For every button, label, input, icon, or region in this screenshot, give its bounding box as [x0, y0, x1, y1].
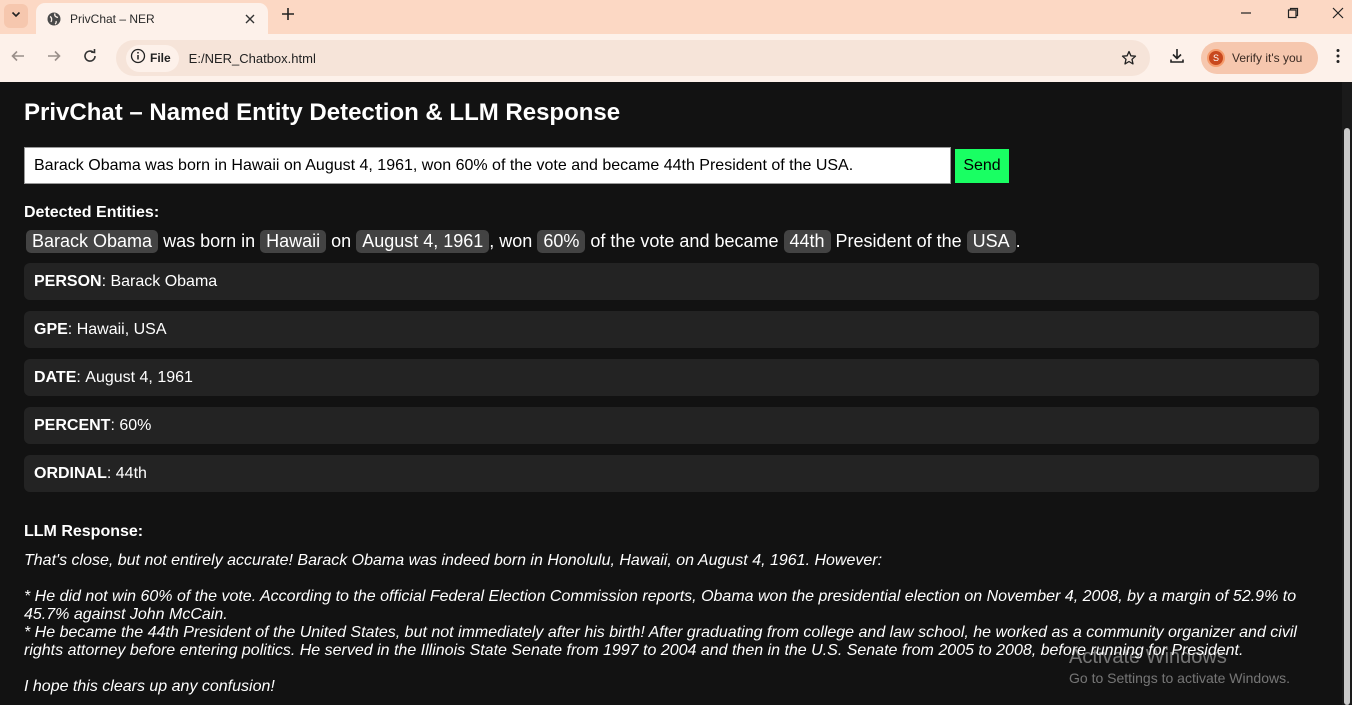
entity-separator: : [106, 464, 116, 482]
entity-values: Barack Obama [110, 272, 218, 290]
minimize-icon [1240, 6, 1252, 24]
minimize-button[interactable] [1223, 0, 1269, 30]
tab-strip: PrivChat – NER [0, 0, 1352, 34]
entity-highlight: 44th [783, 230, 831, 253]
arrow-right-icon [46, 48, 62, 69]
bookmark-star-icon[interactable] [1118, 47, 1140, 69]
entity-separator: : [76, 368, 86, 386]
entity-type-label: ORDINAL [34, 464, 107, 482]
sentence-text: was born in [158, 231, 261, 251]
sentence-text: , won [489, 231, 538, 251]
restore-icon [1287, 6, 1299, 24]
close-window-button[interactable] [1315, 0, 1352, 30]
browser-toolbar: File E:/NER_Chatbox.html S Verify it's y… [0, 34, 1352, 82]
entity-type-label: PERSON [34, 272, 102, 290]
entity-card: GPE: Hawaii, USA [24, 311, 1319, 348]
restore-button[interactable] [1270, 0, 1316, 30]
avatar: S [1207, 49, 1225, 67]
arrow-left-icon [10, 48, 26, 69]
activate-windows-watermark: Activate Windows Go to Settings to activ… [1069, 645, 1290, 687]
browser-tab[interactable]: PrivChat – NER [36, 3, 268, 34]
annotated-sentence: Barack Obama was born in Hawaii on Augus… [26, 230, 1021, 253]
kebab-menu-icon [1336, 48, 1340, 69]
chevron-down-icon [10, 7, 22, 25]
close-icon [1332, 6, 1344, 24]
downloads-button[interactable] [1165, 46, 1189, 70]
site-info-label: File [150, 51, 171, 65]
entity-separator: : [67, 320, 77, 338]
entity-list: PERSON: Barack Obama GPE: Hawaii, USA DATE… [24, 263, 1319, 503]
reload-button[interactable] [78, 46, 102, 70]
globe-icon [46, 11, 62, 27]
close-tab-icon[interactable] [242, 11, 258, 27]
llm-response-label: LLM Response: [24, 523, 144, 540]
entity-separator: : [101, 272, 111, 290]
entity-type-label: DATE [34, 368, 77, 386]
entity-highlight: USA [966, 230, 1016, 253]
reload-icon [82, 48, 98, 69]
entity-values: 44th [115, 464, 147, 482]
entity-card: ORDINAL: 44th [24, 455, 1319, 492]
entity-values: 60% [119, 416, 152, 434]
sentence-text: on [326, 231, 357, 251]
detected-entities-label: Detected Entities: [24, 204, 160, 221]
entity-highlight: Barack Obama [26, 230, 159, 253]
watermark-subtitle: Go to Settings to activate Windows. [1069, 670, 1290, 686]
scrollbar-thumb[interactable] [1344, 128, 1350, 705]
entity-separator: : [110, 416, 120, 434]
sentence-text: . [1015, 231, 1021, 251]
tab-search-button[interactable] [4, 4, 28, 28]
entity-highlight: Hawaii [260, 230, 327, 253]
new-tab-button[interactable] [278, 6, 298, 26]
download-icon [1168, 47, 1186, 70]
page-content: PrivChat – Named Entity Detection & LLM … [0, 82, 1342, 705]
entity-type-label: PERCENT [34, 416, 111, 434]
send-button[interactable]: Send [955, 148, 1009, 183]
url-text[interactable]: E:/NER_Chatbox.html [189, 51, 1118, 66]
entity-card: PERSON: Barack Obama [24, 263, 1319, 300]
site-info-chip[interactable]: File [126, 44, 179, 72]
profile-button[interactable]: S Verify it's you [1201, 42, 1318, 74]
sentence-text: President of the [830, 231, 967, 251]
entity-values: August 4, 1961 [85, 368, 193, 386]
message-input[interactable] [24, 147, 951, 184]
entity-card: PERCENT: 60% [24, 407, 1319, 444]
info-icon [130, 48, 146, 69]
page-scrollbar[interactable] [1342, 82, 1352, 705]
plus-icon [281, 7, 295, 26]
entity-values: Hawaii, USA [76, 320, 167, 338]
watermark-title: Activate Windows [1069, 646, 1227, 668]
entity-card: DATE: August 4, 1961 [24, 359, 1319, 396]
page-title: PrivChat – Named Entity Detection & LLM … [24, 99, 621, 126]
chat-input-row: Send [24, 147, 1009, 184]
sentence-text: of the vote and became [585, 231, 784, 251]
profile-label: Verify it's you [1232, 51, 1303, 65]
tab-title: PrivChat – NER [70, 11, 155, 26]
address-bar[interactable]: File E:/NER_Chatbox.html [116, 40, 1150, 76]
back-button[interactable] [6, 46, 30, 70]
forward-button[interactable] [42, 46, 66, 70]
entity-highlight: August 4, 1961 [356, 230, 490, 253]
entity-highlight: 60% [537, 230, 586, 253]
entity-type-label: GPE [34, 320, 68, 338]
browser-menu-button[interactable] [1328, 46, 1348, 70]
